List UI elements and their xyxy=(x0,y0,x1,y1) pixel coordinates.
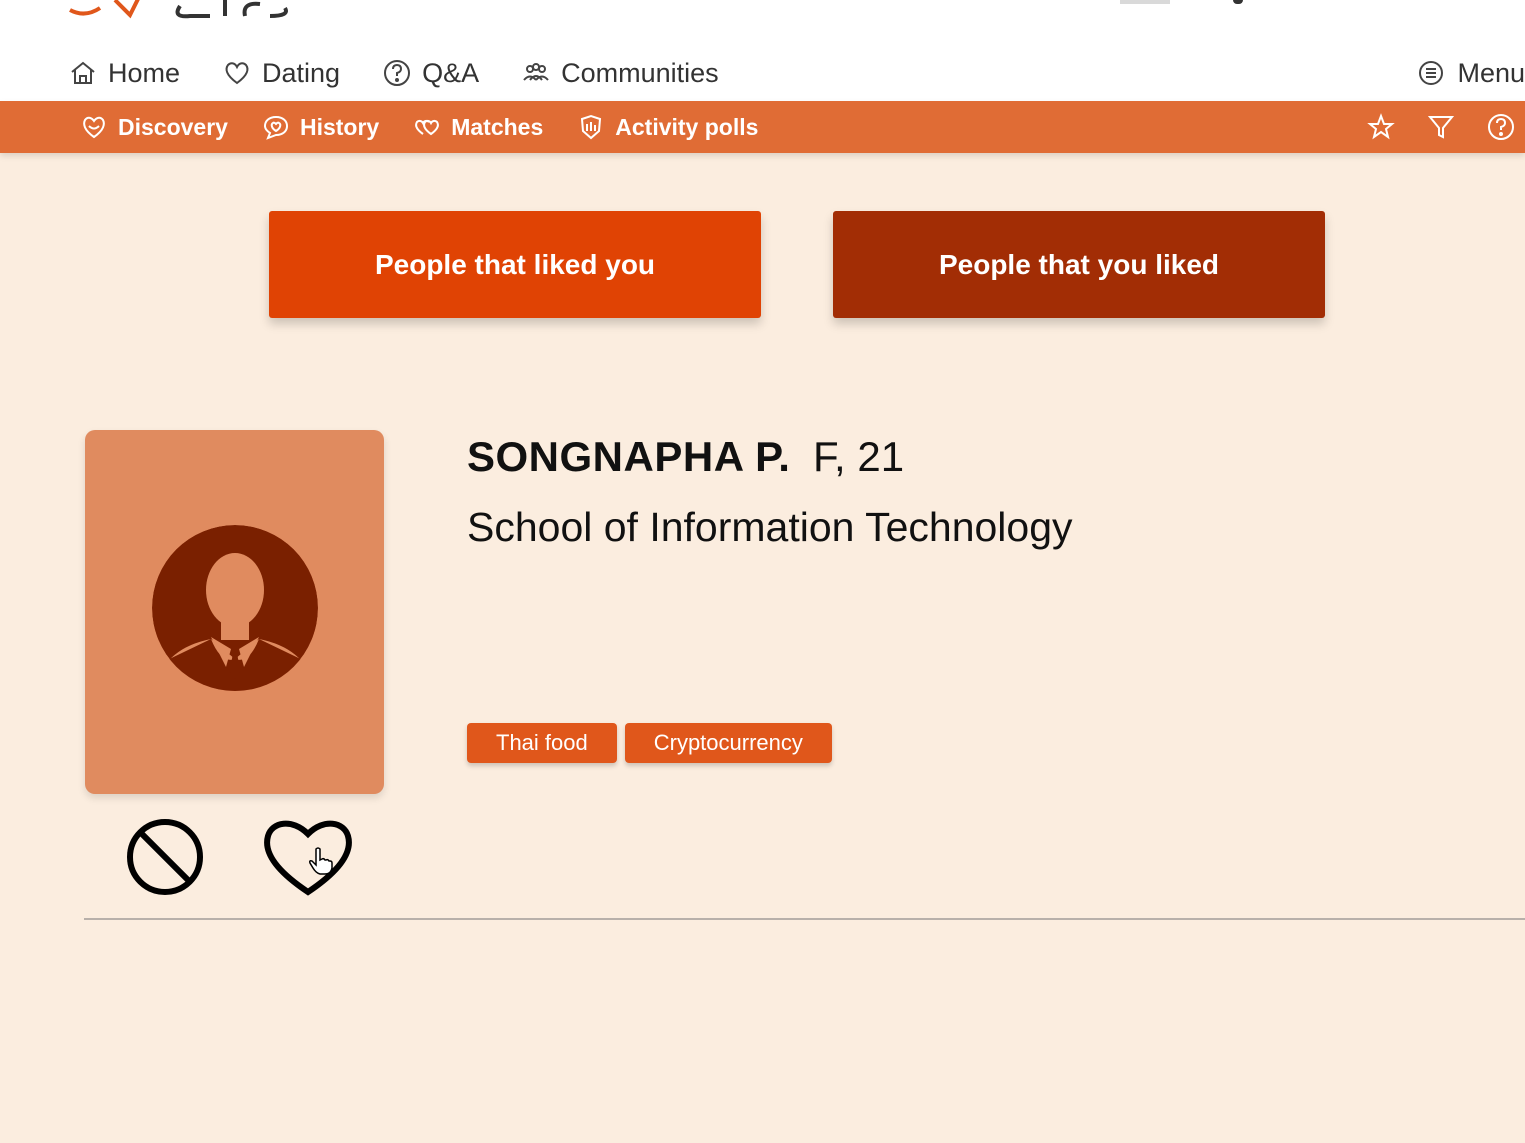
people-icon xyxy=(523,63,549,81)
nav-home[interactable]: Home xyxy=(68,58,180,89)
profile-name: SONGNAPHA P. xyxy=(467,433,791,480)
people-liked-you-button[interactable]: People that liked you xyxy=(269,211,761,318)
interest-tags: Thai food Cryptocurrency xyxy=(467,723,832,763)
avatar-card xyxy=(85,430,384,794)
header-widget[interactable] xyxy=(1120,0,1170,4)
subnav-activity-polls-label: Activity polls xyxy=(615,113,759,140)
profile-school: School of Information Technology xyxy=(467,504,1073,550)
page: Home Dating Q&A Communities Menu Discove… xyxy=(0,0,1525,1143)
subnav-discovery-label: Discovery xyxy=(118,113,228,140)
top-header: Home Dating Q&A Communities Menu xyxy=(0,0,1525,101)
block-icon[interactable] xyxy=(124,816,206,898)
double-heart-icon xyxy=(415,119,440,136)
heart-outline-icon xyxy=(83,116,105,139)
poll-icon xyxy=(581,114,602,140)
question-icon xyxy=(384,60,411,86)
subnav-history[interactable]: History xyxy=(262,113,379,141)
nav-dating[interactable]: Dating xyxy=(222,58,340,89)
help-icon[interactable] xyxy=(1487,113,1515,141)
star-icon[interactable] xyxy=(1367,113,1395,141)
people-you-liked-button[interactable]: People that you liked xyxy=(833,211,1325,318)
hand-cursor-icon xyxy=(309,847,333,875)
divider xyxy=(84,918,1525,920)
subnav-history-label: History xyxy=(299,113,380,140)
nav-qa[interactable]: Q&A xyxy=(382,58,479,89)
sub-actions xyxy=(1367,101,1515,153)
logo[interactable] xyxy=(60,0,300,20)
menu-label: Menu xyxy=(1457,57,1525,88)
interest-tag: Cryptocurrency xyxy=(624,723,832,763)
nav-communities[interactable]: Communities xyxy=(521,58,719,89)
sub-nav: Discovery History Matches Activity polls xyxy=(80,101,758,153)
chat-heart-icon xyxy=(263,115,288,140)
profile-gender-age: F, 21 xyxy=(813,433,905,480)
subnav-matches[interactable]: Matches xyxy=(413,113,543,141)
subnav-activity-polls[interactable]: Activity polls xyxy=(577,113,758,141)
nav-dating-label: Dating xyxy=(262,57,341,88)
heart-icon xyxy=(225,62,249,85)
nav-home-label: Home xyxy=(108,57,181,88)
subnav-discovery[interactable]: Discovery xyxy=(80,113,228,141)
nav-qa-label: Q&A xyxy=(422,57,480,88)
menu-icon xyxy=(1419,61,1444,85)
menu-button[interactable]: Menu xyxy=(1417,52,1525,94)
subnav-matches-label: Matches xyxy=(451,113,544,140)
interest-tag: Thai food xyxy=(467,723,617,763)
avatar-placeholder-icon xyxy=(152,525,318,691)
home-icon xyxy=(71,61,95,84)
filter-icon[interactable] xyxy=(1427,113,1455,141)
header-indicator xyxy=(1233,0,1243,4)
main-nav: Home Dating Q&A Communities xyxy=(68,52,719,94)
nav-communities-label: Communities xyxy=(561,57,719,88)
sub-nav-bar: Discovery History Matches Activity polls xyxy=(0,101,1525,153)
